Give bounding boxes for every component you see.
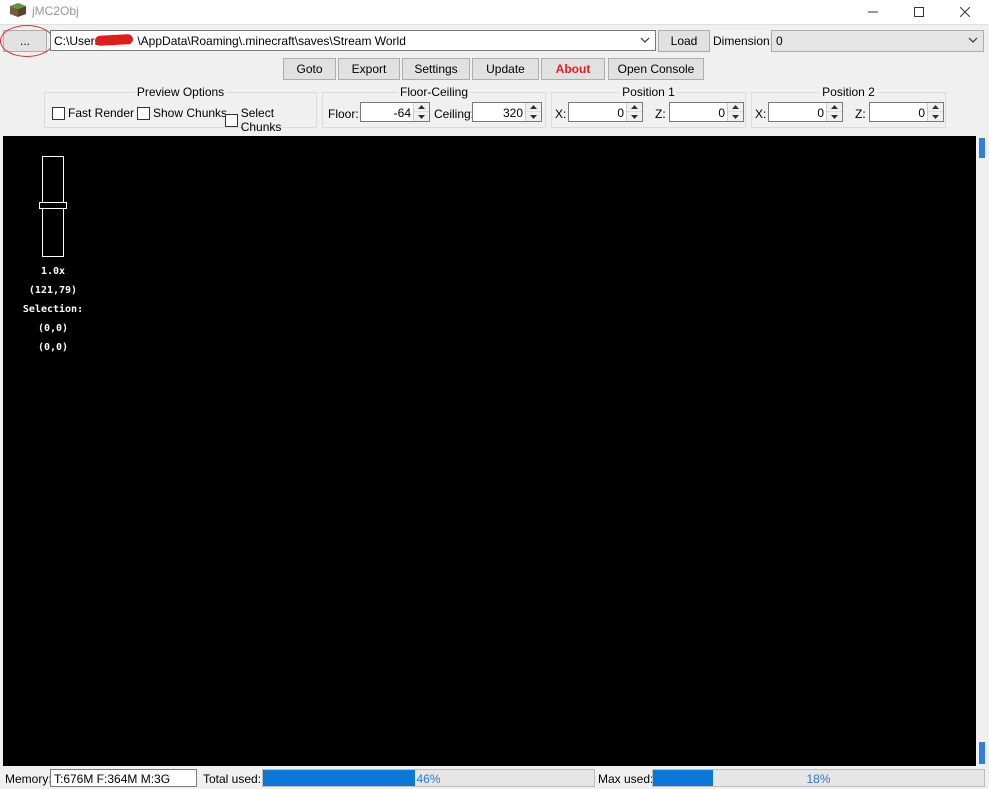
- position-1-group: Position 1 X: 0 Z: 0: [551, 85, 746, 128]
- floor-ceiling-title: Floor-Ceiling: [397, 85, 471, 99]
- minecraft-grass-block-icon: [10, 3, 26, 17]
- update-button[interactable]: Update: [472, 58, 539, 80]
- max-used-progress: 18%: [652, 769, 985, 787]
- position-2-x-label: X:: [755, 107, 767, 121]
- position-2-group: Position 2 X: 0 Z: 0: [751, 85, 946, 128]
- ceiling-value: 320: [502, 106, 523, 120]
- ceiling-spinner[interactable]: 320: [472, 102, 542, 122]
- ceiling-label: Ceiling:: [434, 107, 475, 121]
- floor-label: Floor:: [328, 107, 359, 121]
- status-bar: Memory: T:676M F:364M M:3G Total used: 4…: [0, 768, 989, 789]
- show-chunks-checkbox-box[interactable]: [137, 106, 150, 120]
- fast-render-label: Fast Render: [68, 106, 135, 120]
- spin-up-icon[interactable]: [414, 103, 429, 112]
- floor-ceiling-group: Floor-Ceiling Floor: -64 Ceiling: 320: [322, 85, 546, 128]
- dimension-value: 0: [776, 34, 783, 48]
- minimize-button[interactable]: [850, 0, 896, 24]
- position-1-z-value: 0: [718, 106, 725, 120]
- select-chunks-checkbox[interactable]: Select Chunks: [225, 106, 316, 134]
- show-chunks-checkbox[interactable]: Show Chunks: [137, 106, 227, 120]
- window-title: jMC2Obj: [32, 4, 79, 18]
- preview-options-title: Preview Options: [134, 85, 227, 99]
- scrollbar-thumb-bottom[interactable]: [979, 742, 985, 764]
- close-icon: [960, 7, 970, 17]
- floor-spinner[interactable]: -64: [360, 102, 430, 122]
- chevron-down-icon[interactable]: [639, 34, 651, 46]
- select-chunks-label: Select Chunks: [240, 106, 282, 134]
- dimension-select[interactable]: 0: [771, 30, 984, 52]
- vertical-scrollbar[interactable]: [976, 136, 989, 766]
- maximize-icon: [914, 7, 924, 17]
- dimension-label: Dimension:: [713, 34, 774, 48]
- spin-down-icon[interactable]: [928, 112, 943, 121]
- spin-down-icon[interactable]: [627, 112, 642, 121]
- zoom-slider[interactable]: [39, 156, 67, 257]
- position-2-z-spinner[interactable]: 0: [869, 102, 944, 122]
- about-button[interactable]: About: [541, 58, 605, 80]
- position-1-z-label: Z:: [655, 107, 666, 121]
- goto-button[interactable]: Goto: [283, 58, 336, 80]
- spin-down-icon[interactable]: [728, 112, 743, 121]
- total-used-text: 46%: [416, 772, 441, 786]
- position-1-x-spinner[interactable]: 0: [568, 102, 643, 122]
- select-chunks-checkbox-box[interactable]: [225, 113, 238, 127]
- max-used-label: Max used:: [598, 772, 654, 786]
- position-2-z-value: 0: [918, 106, 925, 120]
- fast-render-checkbox-box[interactable]: [52, 106, 65, 120]
- selection-end: (0,0): [37, 342, 69, 353]
- selection-label: Selection:: [22, 304, 84, 315]
- position-1-z-spinner[interactable]: 0: [669, 102, 744, 122]
- redaction-mark: [94, 34, 134, 46]
- fast-render-checkbox[interactable]: Fast Render: [52, 106, 134, 120]
- memory-label: Memory:: [5, 772, 52, 786]
- position-2-title: Position 2: [820, 85, 877, 99]
- spin-up-icon[interactable]: [526, 103, 541, 112]
- close-button[interactable]: [942, 0, 988, 24]
- export-button[interactable]: Export: [338, 58, 400, 80]
- world-path-combobox[interactable]: C:\Users\ \AppData\Roaming\.minecraft\sa…: [50, 30, 656, 51]
- selection-start: (0,0): [37, 323, 69, 334]
- spin-down-icon[interactable]: [414, 112, 429, 121]
- preview-options-group: Preview Options Fast Render Show Chunks …: [44, 85, 317, 134]
- position-2-z-label: Z:: [855, 107, 866, 121]
- open-console-button[interactable]: Open Console: [608, 58, 704, 80]
- main-window: ... C:\Users\ \AppData\Roaming\.minecraf…: [0, 24, 989, 789]
- position-2-x-value: 0: [817, 106, 824, 120]
- zoom-level-text: 1.0x: [40, 266, 66, 277]
- position-1-x-label: X:: [555, 107, 567, 121]
- scrollbar-thumb-top[interactable]: [979, 138, 985, 158]
- floor-value: -64: [393, 106, 411, 120]
- memory-value: T:676M F:364M M:3G: [54, 772, 171, 786]
- load-button[interactable]: Load: [658, 30, 710, 52]
- zoom-slider-handle[interactable]: [39, 202, 67, 209]
- spin-down-icon[interactable]: [827, 112, 842, 121]
- browse-button[interactable]: ...: [3, 30, 47, 52]
- show-chunks-label: Show Chunks: [153, 106, 228, 120]
- spin-up-icon[interactable]: [627, 103, 642, 112]
- map-preview-canvas[interactable]: 1.0x (121,79) Selection: (0,0) (0,0): [3, 136, 976, 766]
- cursor-coordinates: (121,79): [28, 285, 78, 296]
- spin-down-icon[interactable]: [526, 112, 541, 121]
- max-used-text: 18%: [806, 772, 831, 786]
- total-used-progress: 46%: [262, 769, 595, 787]
- title-bar: jMC2Obj: [0, 0, 989, 24]
- minimize-icon: [868, 11, 878, 13]
- memory-field: T:676M F:364M M:3G: [50, 769, 197, 787]
- position-1-x-value: 0: [617, 106, 624, 120]
- settings-button[interactable]: Settings: [402, 58, 470, 80]
- total-used-label: Total used:: [203, 772, 262, 786]
- position-1-title: Position 1: [620, 85, 677, 99]
- spin-up-icon[interactable]: [728, 103, 743, 112]
- spin-up-icon[interactable]: [827, 103, 842, 112]
- position-2-x-spinner[interactable]: 0: [768, 102, 843, 122]
- maximize-button[interactable]: [896, 0, 942, 24]
- chevron-down-icon[interactable]: [967, 34, 979, 46]
- spin-up-icon[interactable]: [928, 103, 943, 112]
